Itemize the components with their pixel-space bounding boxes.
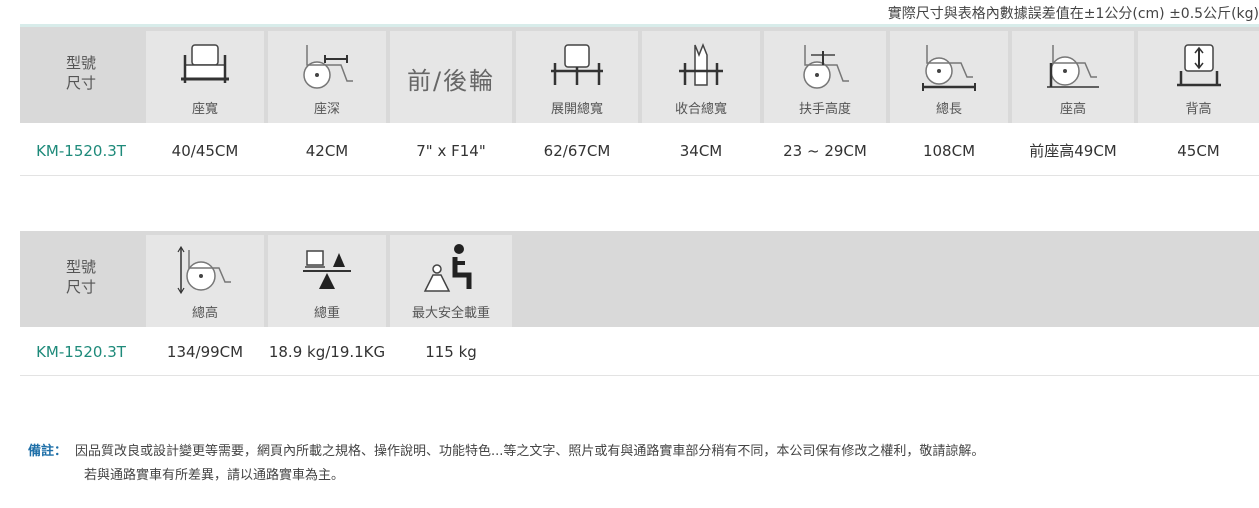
col-label: 總高 <box>191 306 218 321</box>
folded-width-icon <box>642 37 760 95</box>
value-total-height: 134/99CM <box>166 343 244 361</box>
col-seat-width: 座寬 <box>146 31 264 123</box>
col-back-height: 背高 <box>1138 31 1259 123</box>
total-height-icon <box>146 241 264 299</box>
value-unfolded-width: 62/67CM <box>543 142 611 160</box>
unfolded-width-icon <box>516 37 638 95</box>
col-label: 總重 <box>313 306 340 321</box>
table-row: KM-1520.3T 134/99CM 18.9 kg/19.1KG 115 k… <box>20 327 1259 377</box>
col-unfolded-width: 展開總寬 <box>516 31 638 123</box>
header-model-label: 型號 <box>65 258 96 276</box>
seat-depth-icon <box>268 37 386 95</box>
col-label: 收合總寬 <box>674 102 727 117</box>
footnote-line-1: 因品質改良或設計變更等需要，網頁內所載之規格、操作說明、功能特色...等之文字、… <box>75 444 985 459</box>
col-front-rear-wheel: 前/後輪 <box>390 31 512 123</box>
col-folded-width: 收合總寬 <box>642 31 760 123</box>
table-row: KM-1520.3T 40/45CM 42CM 7" x F14" 62/67C… <box>20 126 1259 176</box>
footnote: 備註： 因品質改良或設計變更等需要，網頁內所載之規格、操作說明、功能特色...等之… <box>28 440 984 488</box>
col-label-large: 前/後輪 <box>406 67 496 95</box>
col-label: 座寬 <box>191 102 218 117</box>
col-label: 背高 <box>1185 102 1212 117</box>
total-length-icon <box>890 37 1008 95</box>
col-max-load: 最大安全載重 <box>390 235 512 327</box>
col-label: 展開總寬 <box>550 102 603 117</box>
model-number: KM-1520.3T <box>36 142 126 160</box>
tolerance-note: 實際尺寸與表格內數據誤差值在±1公分(cm) ±0.5公斤(kg) <box>887 6 1259 22</box>
value-folded-width: 34CM <box>679 142 723 160</box>
col-armrest-height: 扶手高度 <box>764 31 886 123</box>
row-divider <box>20 175 1259 176</box>
col-label: 總長 <box>935 102 962 117</box>
header-size-label: 尺寸 <box>65 74 96 92</box>
col-total-length: 總長 <box>890 31 1008 123</box>
col-seat-height: 座高 <box>1012 31 1134 123</box>
value-back-height: 45CM <box>1177 142 1220 160</box>
col-label: 座高 <box>1059 102 1086 117</box>
value-total-weight: 18.9 kg/19.1KG <box>268 343 386 361</box>
seat-width-icon <box>146 37 264 95</box>
value-max-load: 115 kg <box>425 343 477 361</box>
value-wheels: 7" x F14" <box>416 142 486 160</box>
col-total-weight: 總重 <box>268 235 386 327</box>
seat-height-icon <box>1012 37 1134 95</box>
header-size-label: 尺寸 <box>65 278 96 296</box>
footnote-line-2: 若與通路實車有所差異，請以通路實車為主。 <box>84 468 345 483</box>
value-seat-depth: 42CM <box>305 142 349 160</box>
header-model-label: 型號 <box>65 54 96 72</box>
total-weight-icon <box>268 241 386 299</box>
spec-table-2: 型號 尺寸 總高 總重 最大安全載重 KM-1520.3T 134/99CM 1… <box>20 231 1259 381</box>
header-model-size: 型號 尺寸 <box>20 235 142 327</box>
col-label: 扶手高度 <box>798 102 851 117</box>
back-height-icon <box>1138 37 1259 95</box>
col-label: 座深 <box>313 102 340 117</box>
row-divider <box>20 375 1259 376</box>
armrest-height-icon <box>764 37 886 95</box>
max-load-icon <box>390 241 512 299</box>
col-total-height: 總高 <box>146 235 264 327</box>
col-seat-depth: 座深 <box>268 31 386 123</box>
footnote-lead: 備註： <box>28 444 68 459</box>
value-seat-width: 40/45CM <box>171 142 239 160</box>
value-total-length: 108CM <box>922 142 976 160</box>
model-number: KM-1520.3T <box>36 343 126 361</box>
header-model-size: 型號 尺寸 <box>20 31 142 123</box>
col-label: 最大安全載重 <box>411 306 490 321</box>
spec-table-1: 型號 尺寸 座寬 座深 前/後輪 展開總寬 收合總寬 扶手高度 總長 座高 背高… <box>20 27 1259 177</box>
value-armrest-height: 23 ~ 29CM <box>783 142 867 160</box>
value-seat-height: 前座高49CM <box>1029 142 1117 160</box>
